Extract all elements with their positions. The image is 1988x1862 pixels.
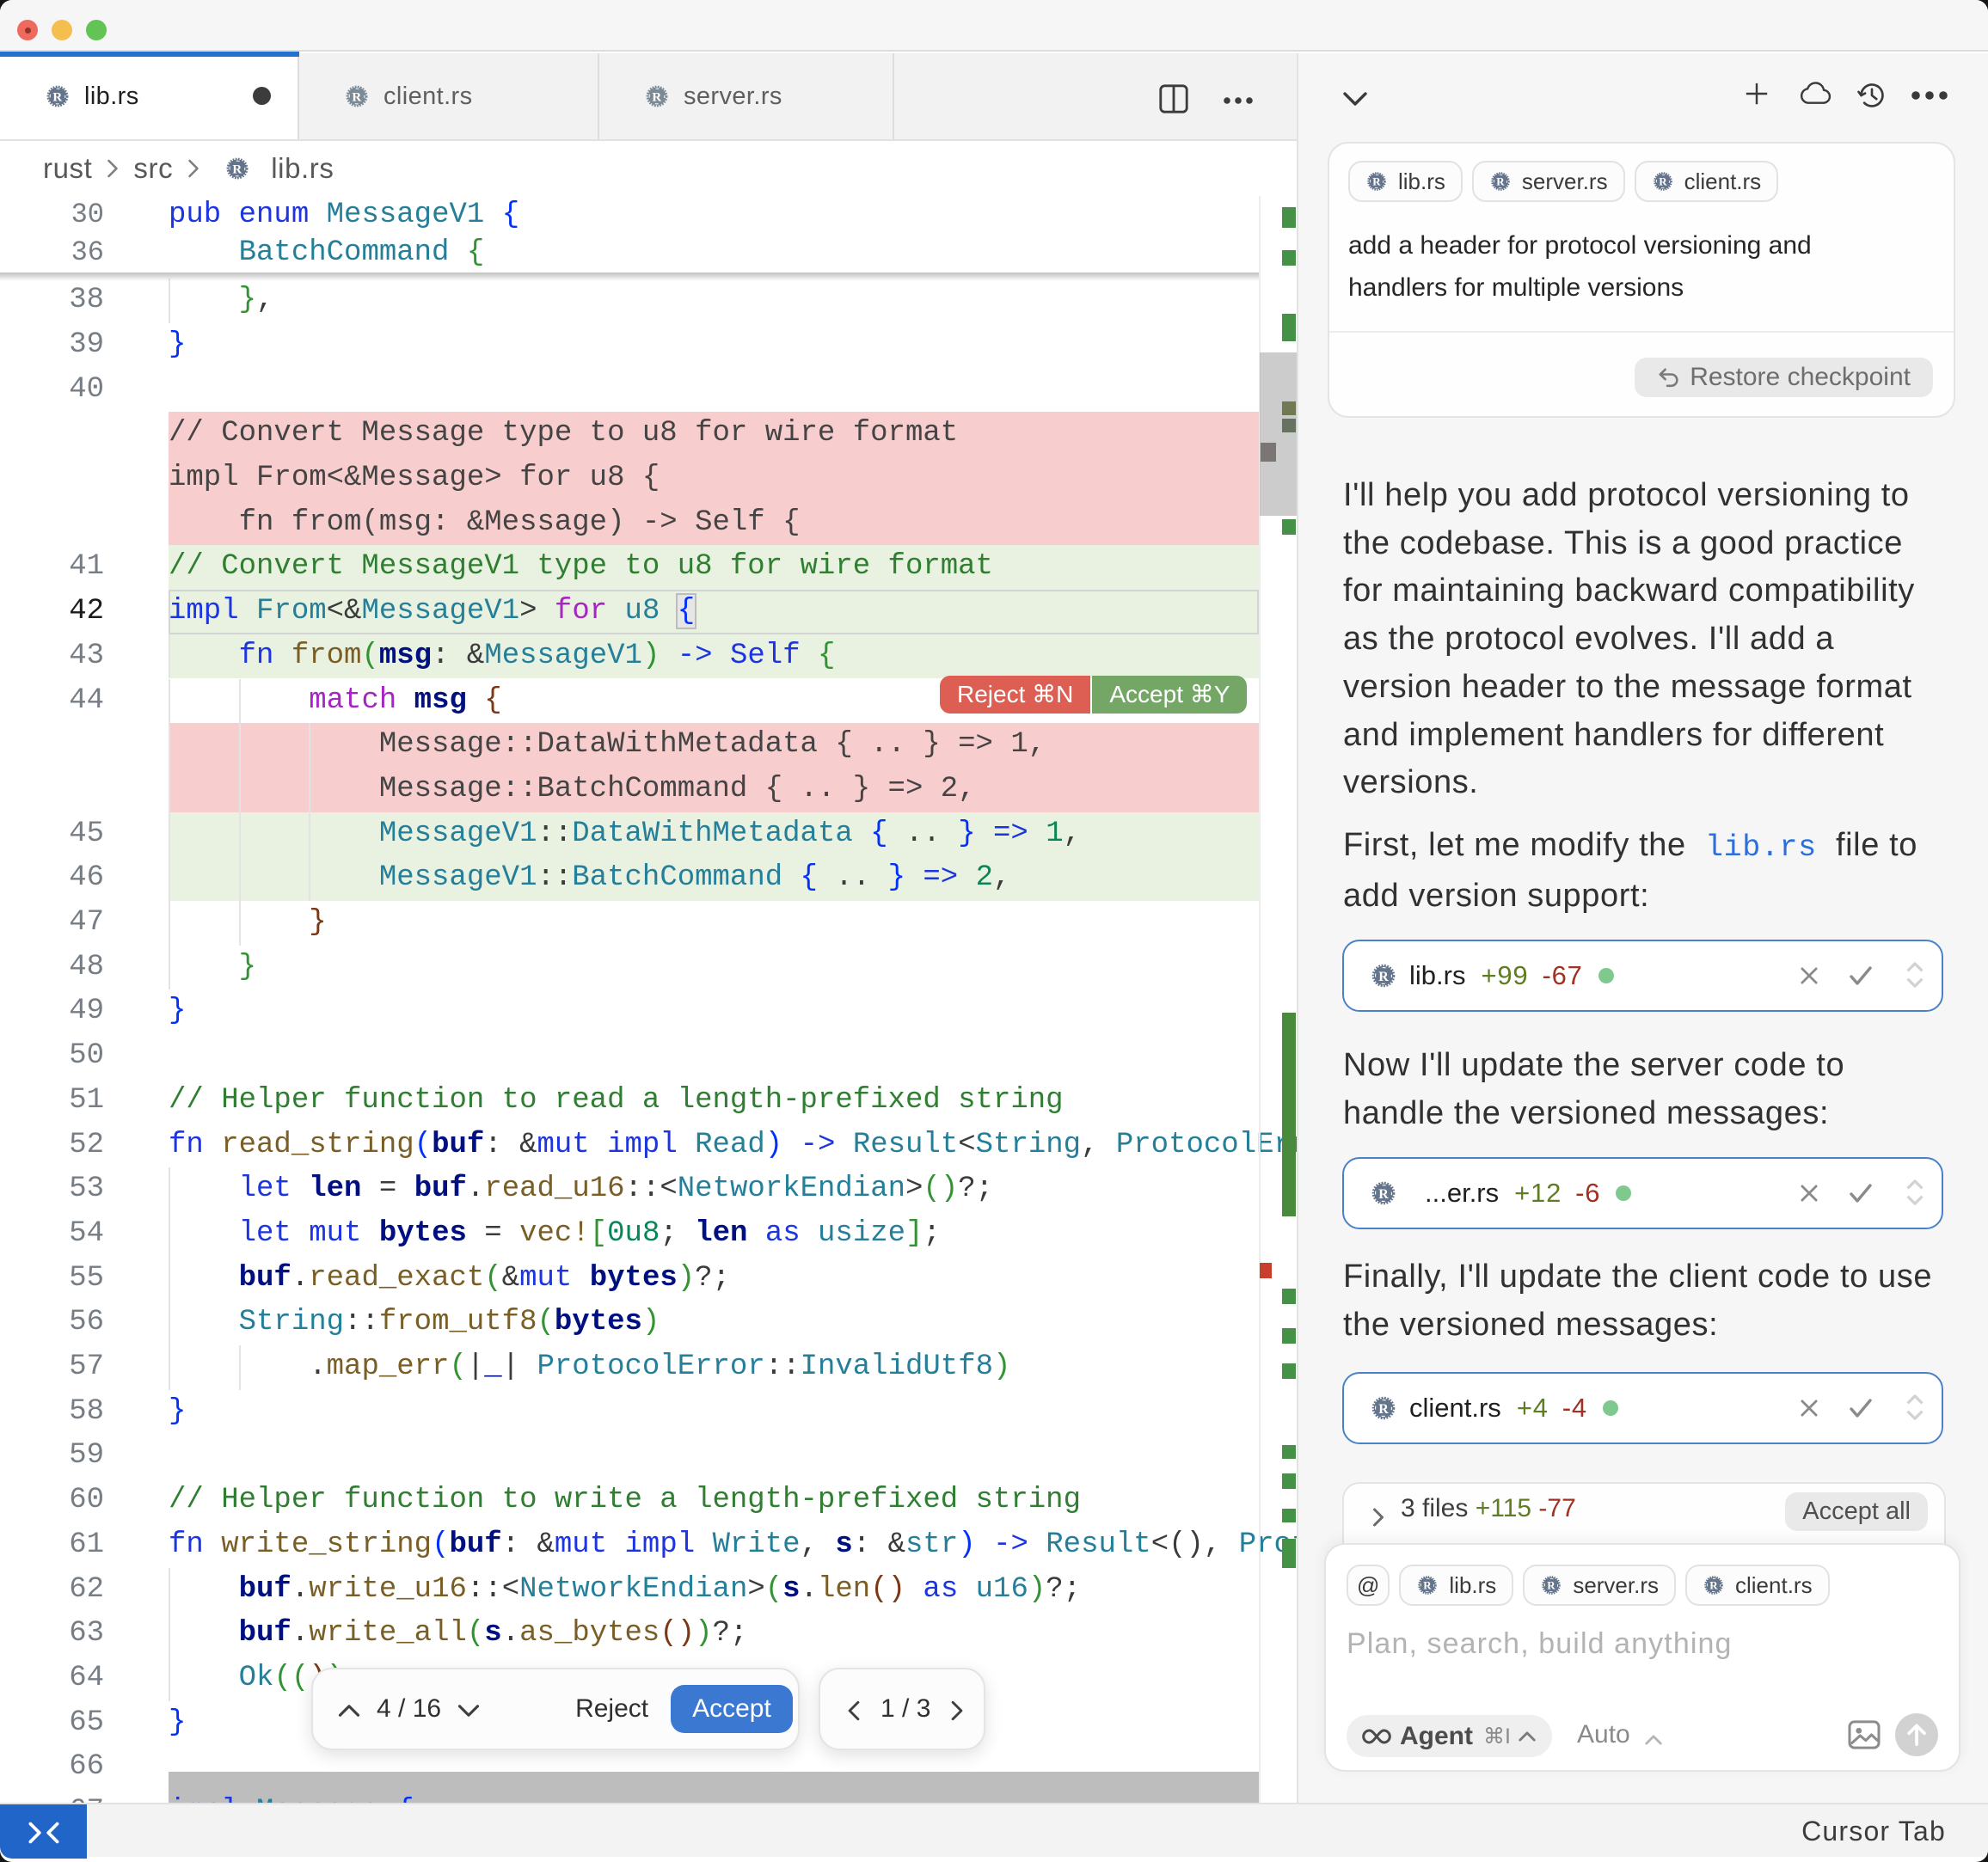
svg-text:R: R: [233, 162, 242, 176]
svg-text:R: R: [52, 90, 62, 104]
svg-text:R: R: [1378, 1187, 1389, 1202]
svg-text:R: R: [1548, 1579, 1556, 1592]
svg-text:R: R: [1378, 970, 1389, 984]
svg-text:R: R: [1378, 1402, 1389, 1417]
svg-text:R: R: [1372, 175, 1381, 188]
svg-text:R: R: [1709, 1579, 1718, 1592]
svg-text:R: R: [1659, 175, 1667, 188]
svg-text:R: R: [352, 90, 361, 104]
svg-text:R: R: [1424, 1579, 1433, 1592]
svg-text:R: R: [652, 90, 661, 104]
svg-text:R: R: [1496, 175, 1505, 188]
